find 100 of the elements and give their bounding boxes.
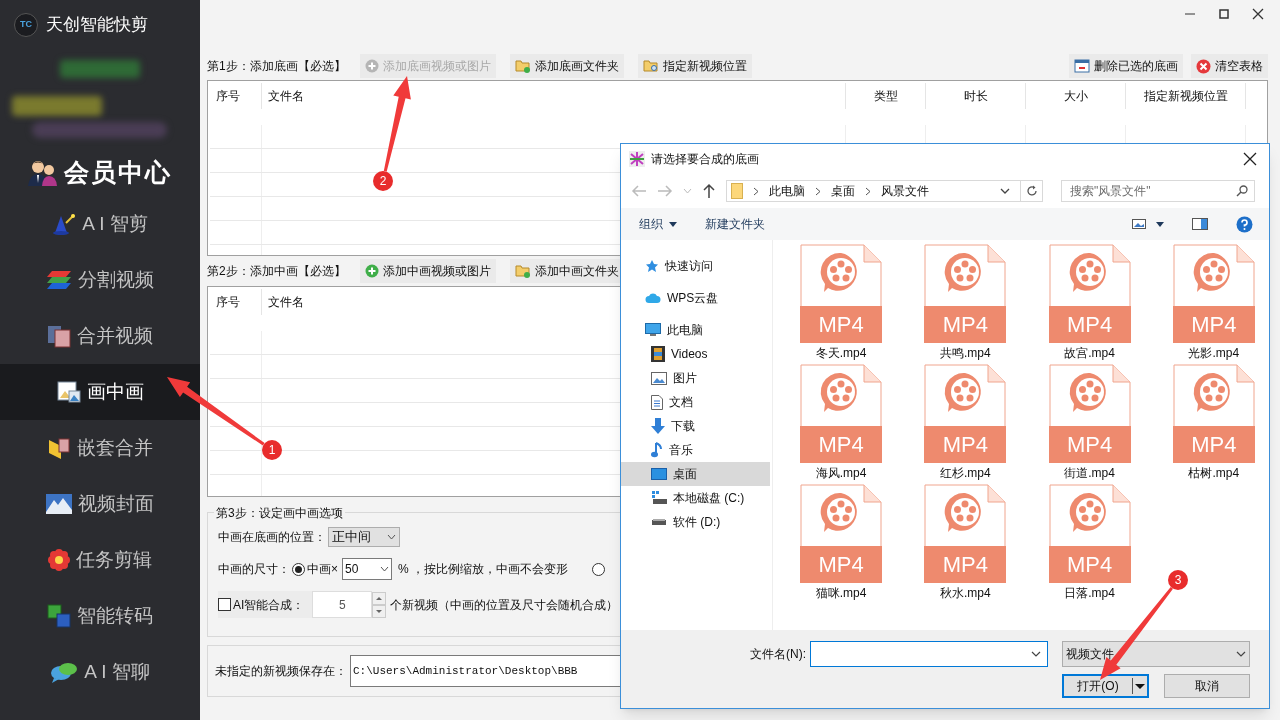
breadcrumb[interactable]: 此电脑 (769, 182, 805, 200)
nav-item[interactable]: Videos (621, 342, 770, 366)
file-name[interactable]: 街道.mp4 (1064, 465, 1115, 481)
search-icon (1236, 185, 1248, 197)
sidebar-item[interactable]: 视频封面 (0, 476, 200, 532)
chevron-down-icon (387, 534, 396, 540)
field-label: 未指定的新视频保存在： (215, 663, 347, 680)
radio-button[interactable] (292, 562, 305, 576)
up-arrow-icon[interactable] (702, 183, 716, 199)
file-name[interactable]: 猫咪.mp4 (815, 585, 867, 601)
sidebar-item[interactable]: 嵌套合并 (0, 420, 200, 476)
nav-item[interactable]: 图片 (621, 366, 770, 390)
sidebar-item[interactable]: 会员中心 (0, 150, 200, 196)
chevron-down-icon (380, 566, 389, 572)
file-type-label: MP4 (924, 546, 1007, 583)
close-icon[interactable] (1252, 8, 1264, 20)
column-header[interactable]: 序号 (210, 289, 262, 315)
nav-item[interactable]: 音乐 (621, 438, 770, 462)
column-header[interactable]: 大小 (1026, 83, 1126, 109)
sidebar-item[interactable]: 画中画 (0, 364, 200, 420)
file-name[interactable]: 光影.mp4 (1188, 345, 1240, 361)
app-title: 天创智能快剪 (46, 14, 148, 37)
file-name[interactable]: 海风.mp4 (815, 465, 867, 481)
column-header[interactable]: 时长 (926, 83, 1026, 109)
screens-icon (47, 604, 71, 628)
nav-item[interactable]: 文档 (621, 390, 770, 414)
search-field[interactable]: 搜索"风景文件" (1061, 180, 1255, 202)
file-name[interactable]: 红杉.mp4 (939, 465, 991, 481)
file-name[interactable]: 日落.mp4 (1064, 585, 1115, 601)
file-name[interactable]: 秋水.mp4 (939, 585, 991, 601)
address-bar[interactable]: 此电脑 桌面 风景文件 (726, 180, 1043, 202)
refresh-icon[interactable] (1025, 185, 1038, 197)
size-combo[interactable]: 50 (342, 558, 392, 580)
file-name[interactable]: 枯树.mp4 (1188, 465, 1240, 481)
radio-label[interactable]: 中画× (307, 560, 338, 578)
music-note-icon (651, 442, 663, 458)
folder-search-icon (642, 59, 659, 73)
toolbar-button[interactable]: 删除已选的底画 (1069, 54, 1183, 78)
view-icon[interactable] (1132, 219, 1146, 229)
nav-item[interactable]: 本地磁盘 (C:) (621, 486, 770, 510)
nav-item[interactable]: WPS云盘 (621, 286, 770, 310)
breadcrumb[interactable]: 桌面 (831, 182, 855, 200)
cloud-icon (645, 292, 661, 304)
picture-frame-icon (56, 381, 81, 403)
caret-down-icon[interactable] (1156, 221, 1164, 227)
plus-circle-icon (364, 264, 379, 278)
cancel-button[interactable]: 取消 (1164, 674, 1250, 698)
file-type-label: MP4 (800, 426, 882, 463)
video-file-icon (924, 244, 1007, 306)
file-type-label: MP4 (1048, 546, 1131, 583)
column-header[interactable]: 指定新视频位置 (1126, 83, 1246, 109)
toolbar-button[interactable]: 清空表格 (1191, 54, 1268, 78)
new-folder-button[interactable]: 新建文件夹 (705, 215, 765, 233)
close-circle-icon (1196, 58, 1211, 74)
filename-field[interactable] (810, 641, 1048, 667)
count-spinner[interactable]: 5 (312, 591, 373, 618)
checkbox[interactable] (218, 598, 231, 611)
file-type-dropdown[interactable]: 视频文件 (1062, 641, 1250, 667)
maximize-icon[interactable] (1218, 8, 1230, 20)
preview-pane-icon[interactable] (1192, 218, 1208, 230)
document-icon (651, 394, 663, 410)
close-icon[interactable] (1243, 152, 1257, 166)
film-frames-icon (47, 324, 71, 348)
toolbar-button[interactable]: 指定新视频位置 (637, 54, 752, 78)
app-icon (629, 151, 645, 167)
organize-menu[interactable]: 组织 (639, 215, 677, 233)
column-header[interactable]: 序号 (210, 83, 262, 109)
file-name[interactable]: 共鸣.mp4 (939, 345, 991, 361)
folder-icon (731, 183, 743, 199)
chevron-right-icon (865, 186, 871, 196)
nav-item[interactable]: 快速访问 (621, 254, 770, 278)
file-type-label: MP4 (924, 426, 1007, 463)
spin-down-icon[interactable] (372, 604, 387, 618)
people-icon (28, 159, 58, 187)
film-icon (651, 346, 665, 362)
file-type-label: MP4 (800, 306, 882, 343)
file-name[interactable]: 故宫.mp4 (1064, 345, 1115, 361)
sidebar-item[interactable]: 分割视频 (0, 252, 200, 308)
sidebar-item[interactable]: A I 智聊 (0, 644, 200, 700)
radio-button[interactable] (592, 562, 606, 576)
chevron-down-icon[interactable] (1000, 188, 1010, 194)
breadcrumb[interactable]: 风景文件 (881, 182, 929, 200)
help-icon[interactable] (1236, 215, 1253, 233)
nav-item[interactable]: 此电脑 (621, 318, 770, 342)
nav-item[interactable]: 软件 (D:) (621, 510, 770, 534)
sidebar-item[interactable]: A I 智剪 (0, 196, 200, 252)
toolbar-button[interactable]: 添加底画文件夹 (509, 54, 624, 78)
nav-item[interactable]: 桌面 (621, 462, 770, 486)
sidebar-item[interactable]: 智能转码 (0, 588, 200, 644)
toolbar-button[interactable]: 添加中画视频或图片 (359, 259, 496, 283)
column-header[interactable]: 类型 (846, 83, 926, 109)
spin-up-icon[interactable] (372, 591, 387, 605)
sidebar-item[interactable]: 任务剪辑 (0, 532, 200, 588)
nav-item[interactable]: 下载 (621, 414, 770, 438)
sidebar-item[interactable]: 合并视频 (0, 308, 200, 364)
position-dropdown[interactable]: 正中间 (328, 527, 400, 547)
video-file-icon (800, 364, 882, 426)
layers-icon (46, 270, 72, 290)
file-name[interactable]: 冬天.mp4 (815, 345, 867, 361)
file-type-label: MP4 (924, 306, 1007, 343)
